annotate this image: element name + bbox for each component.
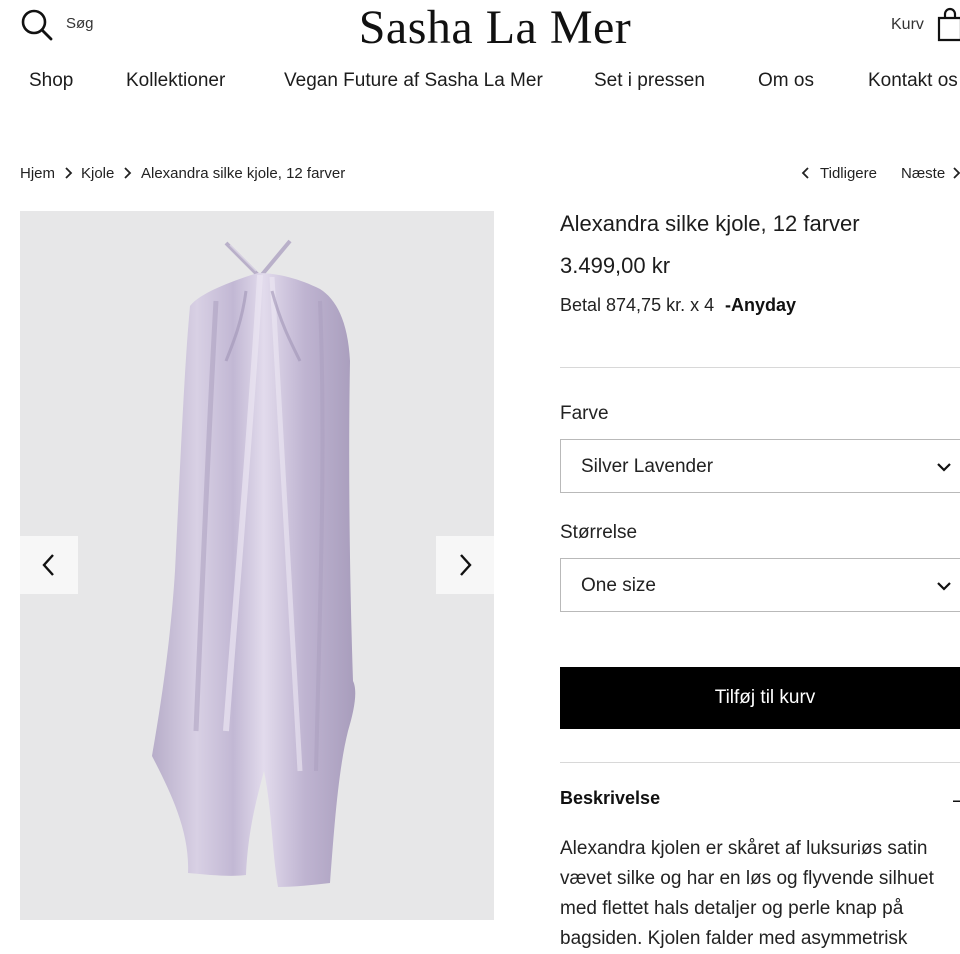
previous-product-link[interactable]: Tidligere: [820, 165, 877, 182]
breadcrumb-current: Alexandra silke kjole, 12 farver: [141, 165, 346, 182]
breadcrumb-category[interactable]: Kjole: [81, 165, 114, 182]
size-select-value: One size: [581, 575, 656, 596]
description-heading[interactable]: Beskrivelse: [560, 788, 660, 809]
main-nav: Shop Kollektioner Vegan Future af Sasha …: [0, 70, 960, 98]
color-select-value: Silver Lavender: [581, 456, 714, 477]
installment-text: Betal 874,75 kr. x 4: [560, 295, 715, 315]
chevron-down-icon: [937, 463, 951, 472]
gallery-prev-button[interactable]: [20, 536, 78, 594]
chevron-right-icon: [65, 167, 73, 179]
chevron-right-icon: [124, 167, 132, 179]
anyday-logo[interactable]: -Anyday: [725, 295, 796, 316]
chevron-left-icon[interactable]: [801, 166, 811, 180]
breadcrumb-home[interactable]: Hjem: [20, 165, 55, 182]
next-product-link[interactable]: Næste: [901, 165, 945, 182]
description-text: Alexandra kjolen er skåret af luksuriøs …: [560, 838, 934, 949]
divider: [560, 762, 960, 763]
nav-shop[interactable]: Shop: [29, 70, 73, 92]
add-to-cart-button[interactable]: Tilføj til kurv: [560, 667, 960, 729]
product-price: 3.499,00 kr: [560, 253, 671, 278]
nav-contact[interactable]: Kontakt os: [868, 70, 958, 92]
nav-vegan-future[interactable]: Vegan Future af Sasha La Mer: [284, 70, 543, 92]
cart-bag-icon[interactable]: [936, 6, 960, 42]
nav-about[interactable]: Om os: [758, 70, 814, 92]
divider: [560, 367, 960, 368]
chevron-right-icon: [460, 554, 472, 576]
chevron-left-icon: [42, 554, 54, 576]
nav-kollektioner[interactable]: Kollektioner: [126, 70, 225, 92]
description-collapse-icon[interactable]: –: [953, 787, 960, 813]
product-image: [152, 239, 356, 887]
color-select[interactable]: Silver Lavender: [560, 439, 960, 493]
site-logo[interactable]: Sasha La Mer: [0, 0, 960, 55]
size-select[interactable]: One size: [560, 558, 960, 612]
add-to-cart-label: Tilføj til kurv: [714, 687, 816, 708]
cart-label[interactable]: Kurv: [891, 16, 924, 34]
gallery-next-button[interactable]: [436, 536, 494, 594]
nav-press[interactable]: Set i pressen: [594, 70, 705, 92]
chevron-right-icon[interactable]: [952, 166, 960, 180]
color-label: Farve: [560, 403, 609, 424]
size-label: Størrelse: [560, 522, 638, 543]
product-image-gallery: [20, 211, 494, 920]
product-title: Alexandra silke kjole, 12 farver: [560, 211, 860, 236]
chevron-down-icon: [937, 582, 951, 591]
